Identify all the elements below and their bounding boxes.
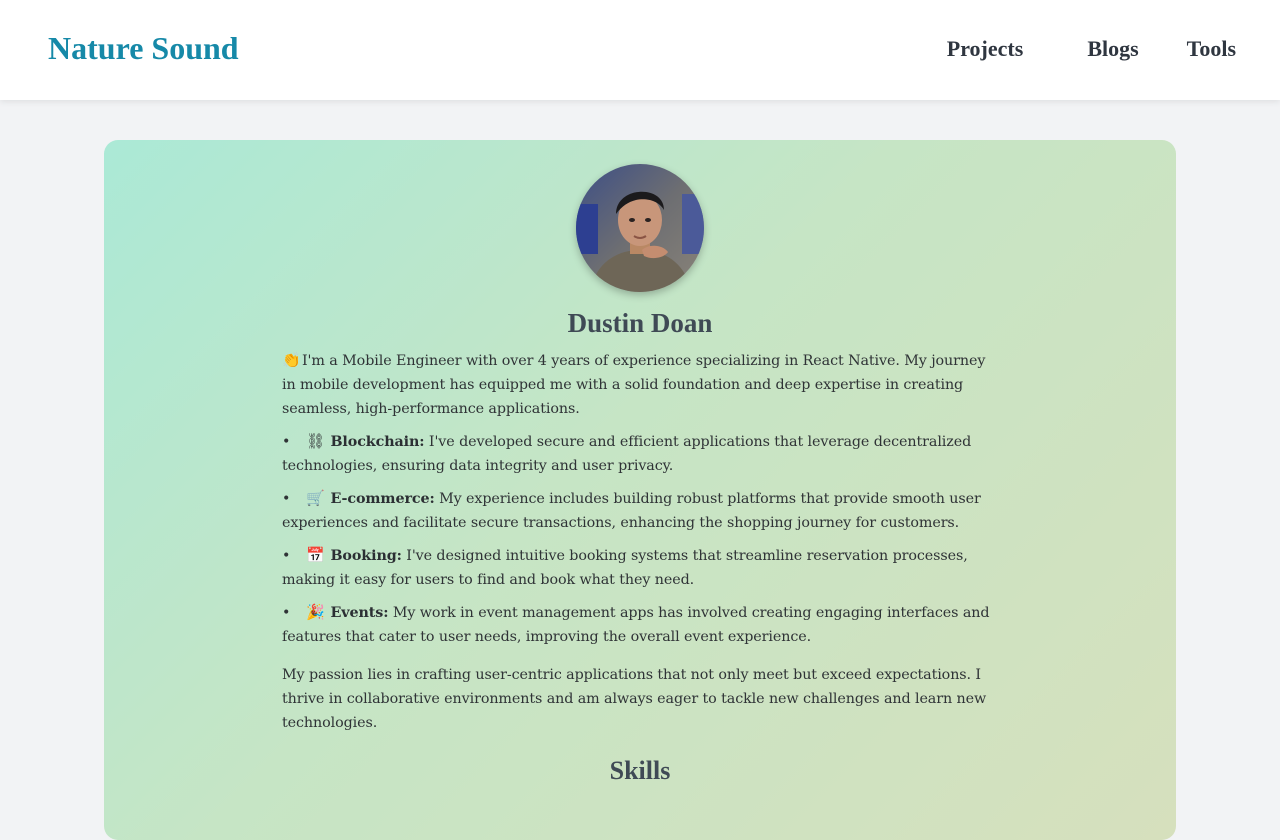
skills-heading: Skills xyxy=(609,756,671,785)
list-item: • 🛒 E-commerce: My experience includes bu… xyxy=(282,486,994,535)
item-text: My work in event management apps has inv… xyxy=(282,605,990,645)
item-title: Booking: xyxy=(330,548,402,564)
nav-link-blogs[interactable]: Blogs xyxy=(1087,36,1138,62)
list-item: • 📅 Booking: I've designed intuitive book… xyxy=(282,543,994,592)
experience-list: • ⛓ Blockchain: I've developed secure and… xyxy=(282,429,994,649)
list-item: • ⛓ Blockchain: I've developed secure and… xyxy=(282,429,994,478)
nav-link-projects[interactable]: Projects xyxy=(947,36,1024,62)
item-title: E-commerce: xyxy=(330,491,435,507)
intro-text: I'm a Mobile Engineer with over 4 years … xyxy=(282,353,986,417)
bullet: • xyxy=(282,491,291,507)
clapping-hands-icon: 👏 xyxy=(282,351,301,369)
profile-card: Dustin Doan 👏I'm a Mobile Engineer with … xyxy=(104,140,1176,840)
party-popper-icon: 🎉 xyxy=(306,603,325,621)
calendar-icon: 📅 xyxy=(306,546,325,564)
bullet: • xyxy=(282,548,291,564)
chain-icon: ⛓ xyxy=(306,432,325,450)
item-title: Blockchain: xyxy=(330,434,425,450)
list-item: • 🎉 Events: My work in event management a… xyxy=(282,600,994,649)
brand-logo-link[interactable]: Nature Sound xyxy=(48,30,239,67)
intro-paragraph: 👏I'm a Mobile Engineer with over 4 years… xyxy=(282,348,994,421)
bullet: • xyxy=(282,605,291,621)
profile-photo-icon xyxy=(576,164,704,292)
profile-bio: 👏I'm a Mobile Engineer with over 4 years… xyxy=(282,348,994,735)
top-navigation-bar: Nature Sound Projects Blogs Tools xyxy=(0,0,1280,100)
item-title: Events: xyxy=(330,605,389,621)
nav-link-tools[interactable]: Tools xyxy=(1187,36,1236,62)
closing-paragraph: My passion lies in crafting user-centric… xyxy=(282,667,987,731)
main-nav: Projects Blogs Tools xyxy=(947,36,1236,62)
shopping-cart-icon: 🛒 xyxy=(306,489,325,507)
profile-name: Dustin Doan xyxy=(567,308,713,338)
avatar xyxy=(576,164,704,292)
bullet: • xyxy=(282,434,291,450)
